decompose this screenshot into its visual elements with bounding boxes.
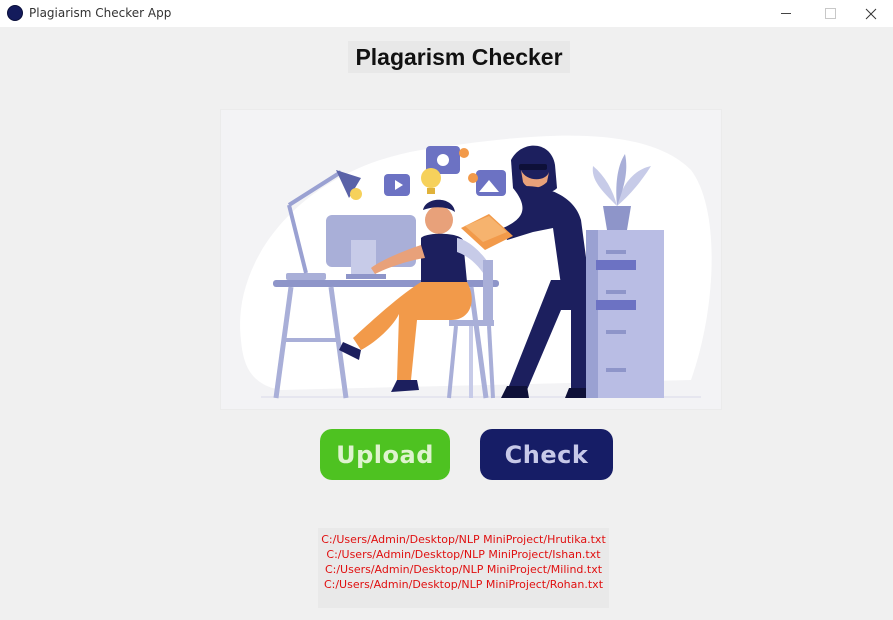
maximize-button[interactable] — [808, 0, 852, 27]
file-path: C:/Users/Admin/Desktop/NLP MiniProject/H… — [321, 533, 606, 546]
close-icon — [865, 8, 877, 19]
file-path: C:/Users/Admin/Desktop/NLP MiniProject/I… — [326, 548, 601, 561]
file-list: C:/Users/Admin/Desktop/NLP MiniProject/H… — [318, 528, 609, 608]
check-button[interactable]: Check — [480, 429, 613, 480]
illustration-image — [220, 109, 722, 410]
page-title: Plagarism Checker — [348, 41, 570, 73]
minimize-icon — [781, 13, 791, 14]
upload-button[interactable]: Upload — [320, 429, 450, 480]
maximize-icon — [824, 8, 836, 19]
file-path: C:/Users/Admin/Desktop/NLP MiniProject/M… — [324, 563, 603, 576]
window-title: Plagiarism Checker App — [29, 6, 172, 20]
file-path: C:/Users/Admin/Desktop/NLP MiniProject/R… — [323, 578, 604, 591]
app-window: Plagiarism Checker App Plagarism Checker — [0, 0, 893, 620]
plagiarism-illustration — [240, 135, 712, 399]
close-button[interactable] — [849, 0, 893, 27]
title-bar[interactable]: Plagiarism Checker App — [0, 0, 893, 27]
minimize-button[interactable] — [764, 0, 808, 27]
app-icon — [7, 5, 23, 21]
